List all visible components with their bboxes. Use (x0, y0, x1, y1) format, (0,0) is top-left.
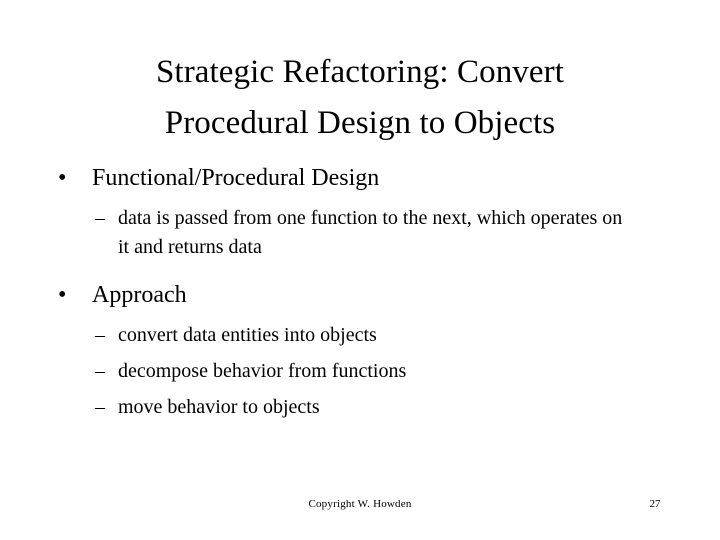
slide-footer: Copyright W. Howden 27 (0, 496, 720, 514)
en-dash-icon: – (95, 324, 105, 346)
sub-bullet-label: convert data entities into objects (118, 324, 377, 346)
bullet-label: Functional/Procedural Design (92, 165, 380, 191)
slide-title: Strategic Refactoring: Convert Procedura… (40, 47, 680, 149)
sub-bullet-item-data-is-passed: – data is passed from one function to th… (0, 204, 720, 262)
bullet-label: Approach (92, 282, 187, 308)
sub-bullet-item-decompose-behavior: – decompose behavior from functions (0, 357, 720, 386)
sub-bullet-item-move-behavior: – move behavior to objects (0, 393, 720, 422)
en-dash-icon: – (95, 396, 105, 418)
sub-bullet-label: move behavior to objects (118, 396, 320, 418)
sub-bullet-label: data is passed from one function to the … (118, 207, 623, 258)
slide-body: • Functional/Procedural Design – data is… (0, 163, 720, 422)
slide: Strategic Refactoring: Convert Procedura… (0, 0, 720, 540)
sub-bullet-label: decompose behavior from functions (118, 360, 407, 382)
en-dash-icon: – (95, 360, 105, 382)
bullet-dot-icon: • (58, 165, 67, 191)
copyright-text: Copyright W. Howden (308, 498, 412, 510)
bullet-item-functional-procedural-design: • Functional/Procedural Design (0, 163, 720, 193)
page-number: 27 (649, 498, 661, 510)
title-line-1: Strategic Refactoring: Convert (155, 54, 565, 90)
en-dash-icon: – (95, 207, 105, 229)
title-line-2: Procedural Design to Objects (164, 105, 556, 141)
bullet-item-approach: • Approach (0, 280, 720, 310)
sub-bullet-item-convert-data-entities: – convert data entities into objects (0, 321, 720, 350)
bullet-dot-icon: • (58, 282, 67, 308)
